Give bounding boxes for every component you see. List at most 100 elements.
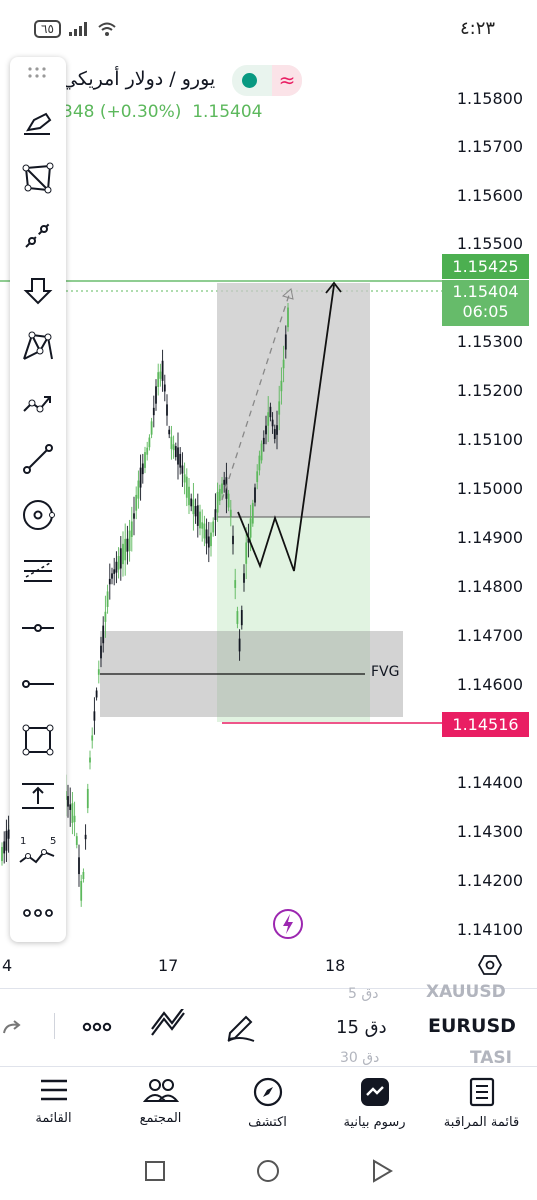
candle-body	[194, 506, 197, 517]
candle-body	[188, 486, 190, 506]
candle-body	[130, 521, 133, 537]
nav-charts[interactable]: رسوم بيانية	[321, 1077, 428, 1130]
candle-body	[91, 735, 94, 741]
price-axis-label: 1.15700	[456, 137, 523, 156]
green-line-price-tag: 1.15425	[442, 254, 529, 279]
recents-icon[interactable]	[144, 1160, 166, 1186]
candle-body	[271, 419, 274, 427]
candle-body	[117, 556, 120, 570]
price-range-icon[interactable]	[18, 776, 58, 816]
candle-body	[80, 881, 83, 901]
lightning-icon[interactable]	[272, 908, 304, 940]
xabcd-pattern-icon[interactable]	[18, 327, 58, 367]
symbol-title[interactable]: يورو / دولار أمريكي	[62, 68, 215, 90]
chart-type-icon[interactable]	[150, 1006, 188, 1043]
candle-body	[108, 578, 111, 585]
candle-body	[152, 407, 155, 416]
polygon-tool-icon[interactable]	[18, 158, 58, 198]
elliott-wave-icon[interactable]: 15	[18, 832, 58, 872]
candle-body	[126, 538, 129, 552]
line-pattern-icon[interactable]	[18, 215, 58, 255]
more-icon[interactable]	[18, 893, 58, 933]
candle-body	[150, 421, 153, 435]
candle-body	[190, 498, 193, 507]
back-icon[interactable]	[371, 1159, 393, 1187]
candle-body	[75, 836, 78, 845]
prev-interval[interactable]: 5 دق	[348, 986, 378, 1002]
chart-settings-icon[interactable]	[477, 953, 503, 981]
candle-body	[181, 465, 184, 474]
candle-body	[265, 425, 267, 435]
candle-body	[102, 625, 105, 644]
toolbar-divider	[54, 1013, 55, 1039]
candle-body	[104, 611, 107, 622]
candle-body	[5, 830, 8, 851]
candle-body	[73, 815, 76, 823]
red-line-price-tag: 1.14516	[442, 712, 529, 737]
candle-body	[69, 804, 72, 811]
candle-body	[207, 536, 210, 548]
menu-icon	[40, 1079, 67, 1101]
horizontal-ray-icon[interactable]	[18, 608, 58, 648]
candle-body	[135, 494, 138, 511]
price-axis-label: 1.14400	[456, 773, 523, 792]
nav-community[interactable]: المجتمع	[107, 1077, 214, 1126]
candle-body	[216, 491, 219, 513]
nav-discover[interactable]: اكتشف	[214, 1077, 321, 1130]
prev-symbol[interactable]: XAUUSD	[426, 982, 506, 1002]
nav-menu[interactable]: القائمة	[0, 1077, 107, 1126]
candle-body	[249, 518, 252, 538]
next-symbol[interactable]: TASI	[470, 1048, 512, 1068]
market-status-pill[interactable]: ≈	[232, 65, 302, 96]
candle-body	[267, 412, 270, 426]
circle-icon[interactable]	[18, 495, 58, 535]
nav-menu-label: القائمة	[35, 1111, 72, 1126]
candle-body	[203, 523, 206, 539]
candle-body	[183, 474, 186, 483]
path-icon[interactable]	[18, 383, 58, 423]
pitchfork-icon[interactable]	[18, 551, 58, 591]
candle-body	[172, 444, 175, 451]
more-options-icon[interactable]	[82, 1019, 112, 1038]
candle-body	[146, 447, 149, 455]
nav-charts-label: رسوم بيانية	[343, 1115, 406, 1130]
candle-body	[122, 543, 124, 565]
price-axis-label: 1.14800	[456, 577, 523, 596]
nav-community-label: المجتمع	[139, 1111, 182, 1126]
trend-line-icon[interactable]	[18, 439, 58, 479]
rectangle-icon[interactable]	[18, 720, 58, 760]
nav-watchlist[interactable]: قائمة المراقبة	[428, 1077, 535, 1130]
current-symbol[interactable]: EURUSD	[428, 1015, 516, 1037]
candle-body	[174, 446, 177, 458]
candle-body	[161, 360, 164, 381]
candle-body	[128, 530, 131, 552]
symbol-interval-picker[interactable]: 5 دق XAUUSD 15 دق EURUSD 30 دق TASI	[330, 982, 530, 1068]
current-interval[interactable]: 15 دق	[336, 1017, 387, 1038]
candle-body	[276, 425, 278, 435]
candle-body	[133, 513, 135, 519]
candle-body	[82, 871, 85, 880]
candle-body	[170, 436, 173, 449]
candle-body	[210, 532, 212, 547]
drag-handle-icon[interactable]	[27, 65, 49, 84]
candle-body	[67, 796, 69, 807]
redo-icon[interactable]	[2, 1017, 24, 1041]
time-axis-label: 17	[158, 956, 179, 975]
candle-body	[269, 406, 272, 418]
arrow-down-icon[interactable]	[18, 271, 58, 311]
price-axis-label: 1.14900	[456, 528, 523, 547]
candle-body	[199, 511, 201, 529]
candle-body	[229, 509, 232, 517]
candle-body	[227, 493, 230, 508]
candle-body	[251, 503, 254, 524]
horizontal-line-icon[interactable]	[18, 664, 58, 704]
current-price-value: 1.15404	[452, 282, 519, 301]
brush-tool-icon[interactable]	[18, 102, 58, 142]
svg-text:5: 5	[50, 836, 56, 847]
drawing-pencil-icon[interactable]	[224, 1009, 258, 1047]
time-axis-label: 4	[2, 956, 13, 975]
home-icon[interactable]	[256, 1159, 280, 1187]
price-axis-label: 1.15600	[456, 186, 523, 205]
next-interval[interactable]: 30 دق	[340, 1050, 379, 1066]
candle-body	[245, 542, 248, 564]
